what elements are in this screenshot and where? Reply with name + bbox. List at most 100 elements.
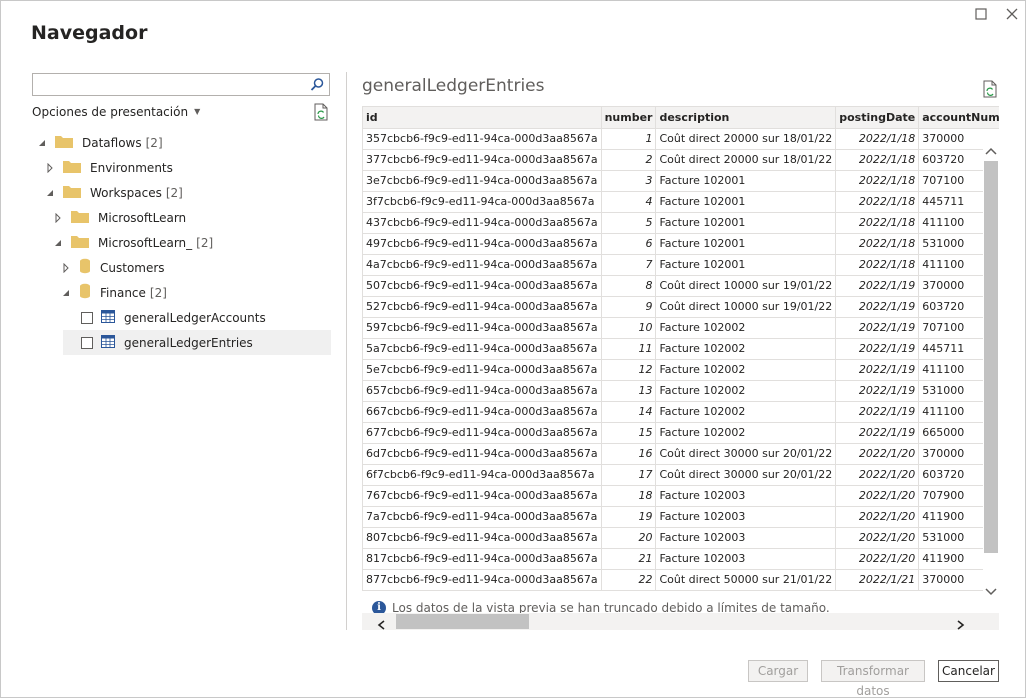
table-row[interactable]: 877cbcb6-f9c9-ed11-94ca-000d3aa8567a 22 Co…: [363, 569, 999, 591]
cell-id[interactable]: 667cbcb6-f9c9-ed11-94ca-000d3aa8567a: [363, 401, 602, 423]
preview-table[interactable]: id number description postingDate accoun…: [362, 106, 999, 591]
cell-description[interactable]: Coût direct 10000 sur 19/01/22: [655, 296, 837, 318]
cell-number[interactable]: 14: [601, 401, 657, 423]
tree-node-environments[interactable]: Environments: [45, 155, 173, 180]
cell-description[interactable]: Facture 102003: [655, 527, 837, 549]
expanded-icon[interactable]: [45, 188, 55, 198]
cell-description[interactable]: Coût direct 10000 sur 19/01/22: [655, 275, 837, 297]
cell-id[interactable]: 4a7cbcb6-f9c9-ed11-94ca-000d3aa8567a: [363, 254, 602, 276]
cell-description[interactable]: Facture 102002: [655, 422, 837, 444]
tree-node-workspaces[interactable]: Workspaces [2]: [45, 180, 183, 205]
column-header-number[interactable]: number: [601, 107, 657, 129]
cell-id[interactable]: 807cbcb6-f9c9-ed11-94ca-000d3aa8567a: [363, 527, 602, 549]
table-row[interactable]: 4a7cbcb6-f9c9-ed11-94ca-000d3aa8567a 7 Fac…: [363, 254, 999, 276]
cell-description[interactable]: Coût direct 30000 sur 20/01/22: [655, 443, 837, 465]
tree-node-generalledgerentries[interactable]: generalLedgerEntries: [63, 330, 331, 355]
tree-node-customers[interactable]: Customers: [61, 255, 165, 280]
cell-postingdate[interactable]: 2022/1/19: [835, 422, 920, 444]
cell-postingdate[interactable]: 2022/1/18: [835, 149, 920, 171]
cell-description[interactable]: Coût direct 20000 sur 18/01/22: [655, 128, 837, 150]
cell-postingdate[interactable]: 2022/1/18: [835, 254, 920, 276]
cell-description[interactable]: Coût direct 30000 sur 20/01/22: [655, 464, 837, 486]
table-row[interactable]: 527cbcb6-f9c9-ed11-94ca-000d3aa8567a 9 Coû…: [363, 296, 999, 318]
cell-number[interactable]: 22: [601, 569, 657, 591]
cell-postingdate[interactable]: 2022/1/20: [835, 527, 920, 549]
cell-number[interactable]: 9: [601, 296, 657, 318]
tree-node-finance[interactable]: Finance [2]: [61, 280, 167, 305]
expanded-icon[interactable]: [37, 138, 47, 148]
cell-postingdate[interactable]: 2022/1/19: [835, 317, 920, 339]
cell-postingdate[interactable]: 2022/1/20: [835, 506, 920, 528]
cell-description[interactable]: Coût direct 50000 sur 21/01/22: [655, 569, 837, 591]
tree-node-microsoftlearn[interactable]: MicrosoftLearn: [53, 205, 186, 230]
table-row[interactable]: 597cbcb6-f9c9-ed11-94ca-000d3aa8567a 10 Fa…: [363, 317, 999, 339]
cell-number[interactable]: 15: [601, 422, 657, 444]
vertical-scrollbar[interactable]: [983, 139, 999, 601]
cell-id[interactable]: 6d7cbcb6-f9c9-ed11-94ca-000d3aa8567a: [363, 443, 602, 465]
cell-description[interactable]: Facture 102002: [655, 401, 837, 423]
cell-postingdate[interactable]: 2022/1/18: [835, 170, 920, 192]
cell-id[interactable]: 5e7cbcb6-f9c9-ed11-94ca-000d3aa8567a: [363, 359, 602, 381]
cell-number[interactable]: 21: [601, 548, 657, 570]
cell-postingdate[interactable]: 2022/1/19: [835, 275, 920, 297]
refresh-icon[interactable]: [982, 80, 998, 102]
scroll-up-icon[interactable]: [983, 143, 999, 162]
cell-description[interactable]: Facture 102001: [655, 233, 837, 255]
cell-number[interactable]: 18: [601, 485, 657, 507]
tree-node-generalledgeraccounts[interactable]: generalLedgerAccounts: [81, 305, 331, 330]
cell-number[interactable]: 11: [601, 338, 657, 360]
display-options-dropdown[interactable]: Opciones de presentación ▼: [32, 105, 200, 119]
cell-postingdate[interactable]: 2022/1/20: [835, 464, 920, 486]
horizontal-scroll-thumb[interactable]: [396, 614, 529, 629]
table-row[interactable]: 657cbcb6-f9c9-ed11-94ca-000d3aa8567a 13 Fa…: [363, 380, 999, 402]
cell-number[interactable]: 13: [601, 380, 657, 402]
cell-id[interactable]: 767cbcb6-f9c9-ed11-94ca-000d3aa8567a: [363, 485, 602, 507]
expanded-icon[interactable]: [53, 238, 63, 248]
cell-postingdate[interactable]: 2022/1/18: [835, 233, 920, 255]
table-row[interactable]: 817cbcb6-f9c9-ed11-94ca-000d3aa8567a 21 Fa…: [363, 548, 999, 570]
cell-number[interactable]: 10: [601, 317, 657, 339]
cell-number[interactable]: 2: [601, 149, 657, 171]
cell-description[interactable]: Facture 102002: [655, 317, 837, 339]
table-row[interactable]: 377cbcb6-f9c9-ed11-94ca-000d3aa8567a 2 Coû…: [363, 149, 999, 171]
cell-id[interactable]: 377cbcb6-f9c9-ed11-94ca-000d3aa8567a: [363, 149, 602, 171]
cell-id[interactable]: 527cbcb6-f9c9-ed11-94ca-000d3aa8567a: [363, 296, 602, 318]
cell-id[interactable]: 6f7cbcb6-f9c9-ed11-94ca-000d3aa8567a: [363, 464, 602, 486]
table-row[interactable]: 7a7cbcb6-f9c9-ed11-94ca-000d3aa8567a 19 Fa…: [363, 506, 999, 528]
table-row[interactable]: 767cbcb6-f9c9-ed11-94ca-000d3aa8567a 18 Fa…: [363, 485, 999, 507]
cell-number[interactable]: 3: [601, 170, 657, 192]
cell-id[interactable]: 7a7cbcb6-f9c9-ed11-94ca-000d3aa8567a: [363, 506, 602, 528]
cell-description[interactable]: Facture 102003: [655, 548, 837, 570]
collapsed-icon[interactable]: [53, 212, 63, 223]
column-header-postingdate[interactable]: postingDate: [835, 107, 920, 129]
horizontal-scrollbar[interactable]: [362, 613, 999, 630]
pane-divider[interactable]: [346, 72, 347, 630]
cell-description[interactable]: Facture 102001: [655, 254, 837, 276]
table-row[interactable]: 667cbcb6-f9c9-ed11-94ca-000d3aa8567a 14 Fa…: [363, 401, 999, 423]
cell-postingdate[interactable]: 2022/1/20: [835, 443, 920, 465]
cell-id[interactable]: 657cbcb6-f9c9-ed11-94ca-000d3aa8567a: [363, 380, 602, 402]
cell-description[interactable]: Facture 102001: [655, 170, 837, 192]
cell-postingdate[interactable]: 2022/1/19: [835, 380, 920, 402]
search-input[interactable]: [33, 74, 303, 96]
cell-postingdate[interactable]: 2022/1/18: [835, 128, 920, 150]
cell-id[interactable]: 817cbcb6-f9c9-ed11-94ca-000d3aa8567a: [363, 548, 602, 570]
cell-id[interactable]: 597cbcb6-f9c9-ed11-94ca-000d3aa8567a: [363, 317, 602, 339]
cell-id[interactable]: 437cbcb6-f9c9-ed11-94ca-000d3aa8567a: [363, 212, 602, 234]
table-row[interactable]: 507cbcb6-f9c9-ed11-94ca-000d3aa8567a 8 Coû…: [363, 275, 999, 297]
table-row[interactable]: 357cbcb6-f9c9-ed11-94ca-000d3aa8567a 1 Coû…: [363, 128, 999, 150]
scroll-right-icon[interactable]: [954, 616, 966, 635]
scroll-down-icon[interactable]: [983, 583, 999, 602]
collapsed-icon[interactable]: [61, 262, 71, 273]
cell-id[interactable]: 357cbcb6-f9c9-ed11-94ca-000d3aa8567a: [363, 128, 602, 150]
maximize-icon[interactable]: [974, 7, 990, 23]
cell-description[interactable]: Facture 102002: [655, 359, 837, 381]
tree-node-dataflows[interactable]: Dataflows [2]: [37, 130, 163, 155]
scroll-left-icon[interactable]: [376, 616, 388, 635]
cell-postingdate[interactable]: 2022/1/20: [835, 485, 920, 507]
cell-number[interactable]: 20: [601, 527, 657, 549]
cell-description[interactable]: Coût direct 20000 sur 18/01/22: [655, 149, 837, 171]
refresh-icon[interactable]: [313, 103, 329, 125]
cancel-button[interactable]: Cancelar: [938, 660, 999, 682]
cell-number[interactable]: 1: [601, 128, 657, 150]
